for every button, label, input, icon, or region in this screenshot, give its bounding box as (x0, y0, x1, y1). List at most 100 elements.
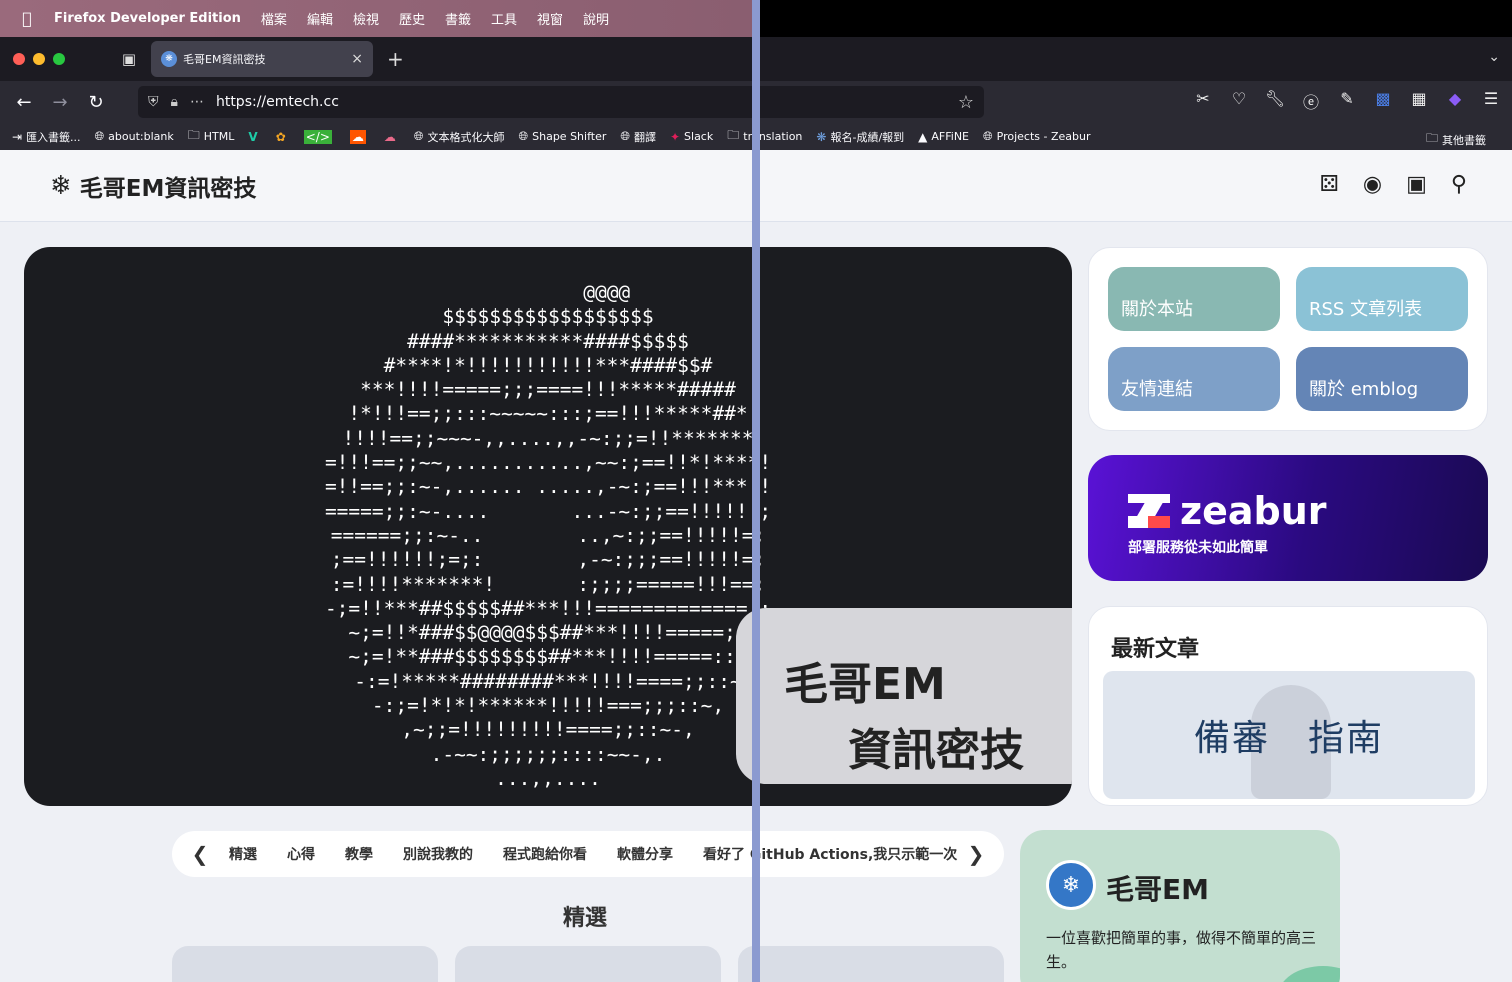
menu-hamburger-icon[interactable]: ☰ (1480, 89, 1502, 113)
close-window-button[interactable] (13, 53, 25, 65)
menu-history[interactable]: 歷史 (399, 9, 425, 28)
hero-banner[interactable]: @@@@ $$$$$$$$$$$$$$$$$$ ####***********#… (24, 247, 1072, 806)
minimize-window-button[interactable] (33, 53, 45, 65)
author-profile-card: ❄ 毛哥EM 一位喜歡把簡單的事，做得不簡單的高三生。 (1020, 830, 1340, 982)
badge-icon: ❋ (816, 129, 827, 144)
bookmark-about-blank[interactable]: 🌐︎ about:blank (95, 129, 174, 144)
zoom-window-button[interactable] (53, 53, 65, 65)
link-rss[interactable]: RSS 文章列表 (1296, 267, 1468, 331)
lock-icon[interactable]: 🔒︎ (171, 94, 178, 110)
close-tab-icon[interactable]: × (351, 51, 363, 67)
menu-bookmarks[interactable]: 書籤 (445, 9, 471, 28)
bookmark-cloud[interactable]: ☁ (384, 130, 400, 144)
url-bar[interactable]: ⛨ 🔒︎ ⋯ https://emtech.cc ☆ (138, 86, 984, 118)
chevron-right-icon[interactable]: ❯ (962, 842, 990, 866)
github-icon[interactable]: ◉ (1363, 172, 1382, 197)
link-friends[interactable]: 友情連結 (1108, 347, 1280, 411)
menu-file[interactable]: 檔案 (261, 9, 287, 28)
back-button[interactable]: ← (6, 92, 42, 113)
bookmark-import[interactable]: ⇥ 匯入書籤... (12, 129, 81, 145)
forward-button[interactable]: → (42, 92, 78, 113)
zeabur-ad-banner[interactable]: zeabur 部署服務從未如此簡單 (1088, 455, 1488, 581)
firefox-view-icon[interactable]: ▣ (115, 45, 143, 73)
pocket-icon[interactable]: ♡ (1228, 89, 1250, 113)
qr-code-icon[interactable]: ▦ (1408, 89, 1430, 113)
instagram-icon[interactable]: ▣ (1406, 172, 1427, 197)
zeabur-tagline: 部署服務從未如此簡單 (1128, 540, 1268, 556)
bookmark-codepen[interactable]: </> (303, 129, 336, 144)
extension-e-icon[interactable]: ⓔ (1300, 89, 1322, 113)
zeabur-wordmark: zeabur (1180, 489, 1327, 533)
category-nav: ❮ 精選 心得 教學 別說我教的 程式跑給你看 軟體分享 看好了 GitHub … (172, 831, 1004, 877)
search-icon[interactable]: ⚲ (1451, 172, 1467, 197)
bookmark-shape-shifter[interactable]: 🌐︎ Shape Shifter (519, 129, 607, 144)
dice-icon[interactable]: ⚄ (1320, 172, 1339, 197)
app-menu-name[interactable]: Firefox Developer Edition (54, 11, 241, 26)
category-code-runs[interactable]: 程式跑給你看 (503, 844, 587, 864)
menu-help[interactable]: 說明 (583, 9, 609, 28)
category-tutorial[interactable]: 教學 (345, 844, 373, 864)
tab-active[interactable]: ❋ 毛哥EM資訊密技 × (151, 41, 373, 77)
profile-name: 毛哥EM (1106, 873, 1209, 906)
menu-window[interactable]: 視窗 (537, 9, 563, 28)
bookmark-star-icon[interactable]: ☆ (958, 92, 974, 113)
category-github-actions[interactable]: 看好了 GitHub Actions,我只示範一次 (703, 844, 957, 864)
new-tab-button[interactable]: + (387, 47, 404, 71)
bookmark-slack[interactable]: ✦ Slack (670, 130, 713, 144)
import-icon: ⇥ (12, 129, 23, 144)
latest-posts-title: 最新文章 (1111, 637, 1200, 662)
bookmark-affine[interactable]: ▲ AFFiNE (918, 130, 969, 144)
bookmark-other-folder[interactable]: 🗀︎ 其他書籤 (1426, 129, 1486, 150)
tracking-protection-shield-icon[interactable]: ⛨ (148, 94, 159, 110)
avatar[interactable]: ❄ (1046, 860, 1096, 910)
link-about-site[interactable]: 關於本站 (1108, 267, 1280, 331)
category-featured[interactable]: 精選 (229, 844, 257, 864)
extensions-puzzle-icon[interactable]: ✎ (1336, 89, 1358, 113)
hero-title-line2: 資訊密技 (848, 725, 1024, 776)
globe-icon: 🌐︎ (983, 129, 993, 143)
category-software-share[interactable]: 軟體分享 (617, 844, 673, 864)
bookmark-registration[interactable]: ❋ 報名-成績/報到 (816, 129, 904, 145)
site-permissions-icon[interactable]: ⋯ (190, 94, 204, 110)
bookmark-soundcloud[interactable]: ☁ (349, 129, 370, 144)
latest-post-thumbnail[interactable]: 備審 指南 (1103, 671, 1475, 799)
screenshot-icon[interactable]: ✂ (1192, 89, 1214, 113)
hero-title-line1: 毛哥EM (784, 659, 946, 710)
list-all-tabs-icon[interactable]: ⌄ (1488, 49, 1500, 65)
url-text[interactable]: https://emtech.cc (216, 94, 958, 110)
split-view-divider[interactable] (752, 0, 760, 982)
wrench-icon[interactable]: 🔧︎ (1264, 89, 1286, 113)
category-thoughts[interactable]: 心得 (287, 844, 315, 864)
bookmark-folder-html[interactable]: 🗀︎ HTML (188, 126, 235, 147)
site-favicon-icon: ❋ (161, 51, 177, 67)
apple-menu-icon[interactable]:  (0, 9, 54, 28)
featured-post-card[interactable] (172, 946, 438, 982)
globe-icon: 🌐︎ (620, 129, 630, 143)
menu-edit[interactable]: 編輯 (307, 9, 333, 28)
logo-star-icon: ❄ (50, 170, 72, 201)
zeabur-logo-icon (1128, 494, 1170, 528)
header-icons: ⚄ ◉ ▣ ⚲ (1320, 172, 1467, 197)
codepen-icon: </> (303, 129, 332, 144)
bookmark-colorful[interactable]: ✿ (276, 130, 290, 144)
bookmark-text-formatter[interactable]: 🌐︎ 文本格式化大師 (414, 129, 505, 145)
featured-post-card[interactable] (738, 946, 1004, 982)
globe-icon: 🌐︎ (518, 129, 529, 143)
reload-button[interactable]: ↻ (78, 92, 114, 113)
menu-view[interactable]: 檢視 (353, 9, 379, 28)
latest-posts-card: 最新文章 備審 指南 (1088, 606, 1488, 806)
tab-title: 毛哥EM資訊密技 (183, 53, 266, 66)
link-about-emblog[interactable]: 關於 emblog (1296, 347, 1468, 411)
bitwarden-icon[interactable]: ▩ (1372, 89, 1394, 113)
bookmark-vuetify[interactable]: V (248, 130, 261, 144)
featured-post-card[interactable] (455, 946, 721, 982)
category-dont-say-i-taught[interactable]: 別說我教的 (403, 844, 473, 864)
bookmark-folder-translation[interactable]: 🗀︎ translation (727, 126, 802, 147)
site-logo[interactable]: ❄ 毛哥EM資訊密技 (50, 169, 256, 203)
menu-tools[interactable]: 工具 (491, 9, 517, 28)
zeabur-logo: zeabur (1128, 489, 1327, 533)
extension-purple-icon[interactable]: ◆ (1444, 89, 1466, 113)
bookmark-zeabur-projects[interactable]: 🌐︎ Projects - Zeabur (983, 129, 1090, 144)
bookmark-translate[interactable]: 🌐︎ 翻譯 (620, 129, 656, 145)
chevron-left-icon[interactable]: ❮ (186, 842, 214, 866)
